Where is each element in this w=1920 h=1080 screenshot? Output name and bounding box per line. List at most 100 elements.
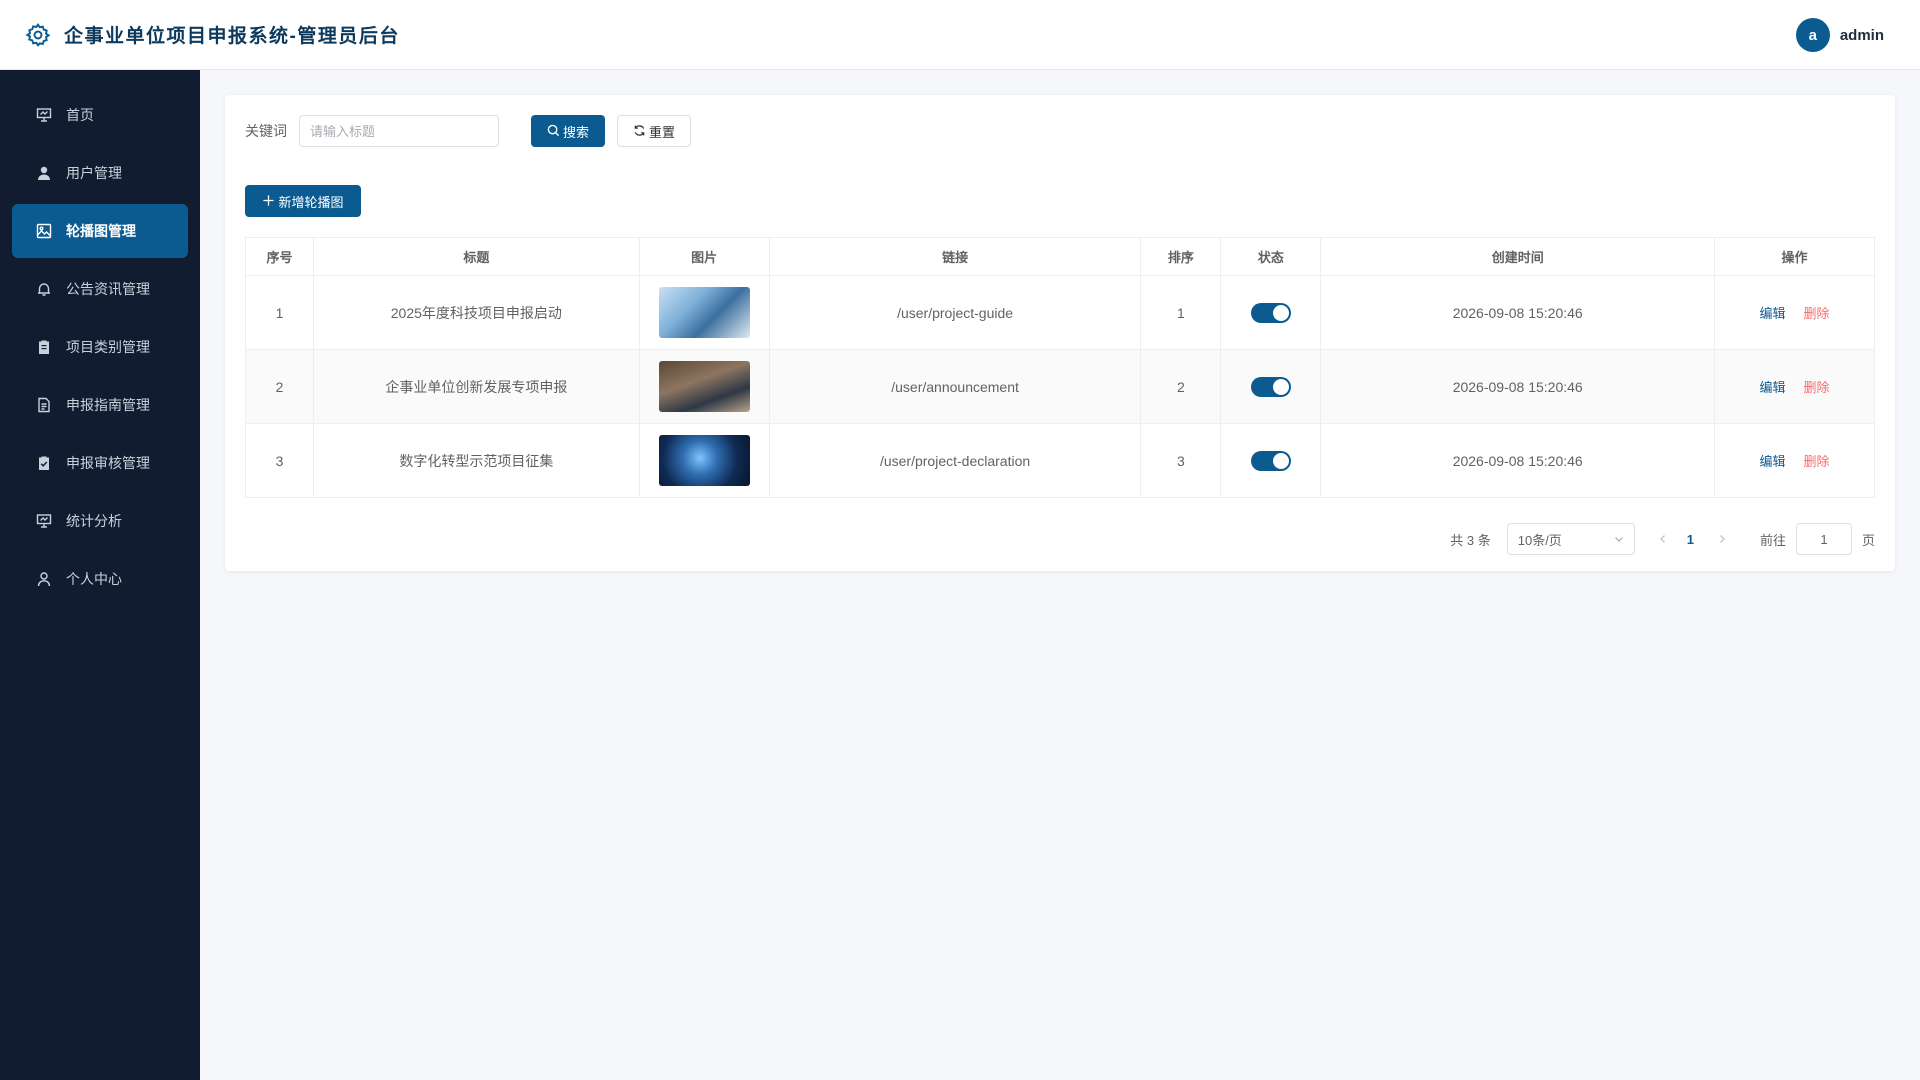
search-button[interactable]: 搜索	[531, 115, 605, 147]
column-header: 状态	[1220, 237, 1322, 276]
edit-link[interactable]: 编辑	[1760, 380, 1786, 395]
sidebar-item-carousel[interactable]: 轮播图管理	[12, 204, 188, 258]
total-count: 共 3 条	[1450, 532, 1491, 548]
delete-link[interactable]: 删除	[1804, 306, 1830, 321]
keyword-input[interactable]	[299, 115, 499, 147]
row-link: /user/project-declaration	[769, 423, 1142, 498]
sidebar-item-home[interactable]: 首页	[12, 88, 188, 142]
column-header: 标题	[313, 237, 640, 276]
sidebar-item-label: 用户管理	[66, 165, 122, 181]
row-title: 企事业单位创新发展专项申报	[313, 349, 640, 424]
sidebar-item-label: 项目类别管理	[66, 339, 150, 355]
edit-link[interactable]: 编辑	[1760, 306, 1786, 321]
sidebar-item-label: 申报指南管理	[66, 397, 150, 413]
status-toggle[interactable]	[1250, 376, 1291, 397]
column-header: 排序	[1140, 237, 1222, 276]
app-title: 企事业单位项目申报系统-管理员后台	[64, 26, 400, 47]
toggle-knob	[1272, 452, 1289, 469]
carousel-thumbnail[interactable]	[658, 361, 750, 412]
row-index: 2	[245, 349, 314, 424]
column-header: 链接	[769, 237, 1142, 276]
row-created-time: 2026-09-08 15:20:46	[1320, 275, 1716, 350]
page-suffix: 页	[1861, 532, 1875, 548]
image-icon	[34, 221, 54, 241]
column-header: 序号	[245, 237, 314, 276]
chevron-right-icon	[1720, 534, 1725, 543]
carousel-thumbnail[interactable]	[658, 287, 750, 338]
avatar[interactable]: a	[1795, 18, 1830, 52]
presentation-board-icon	[34, 105, 54, 125]
column-header: 创建时间	[1320, 237, 1716, 276]
status-toggle[interactable]	[1250, 302, 1291, 323]
user-outline-icon	[34, 569, 54, 589]
sidebar-item-label: 公告资讯管理	[66, 281, 150, 297]
delete-link[interactable]: 删除	[1804, 454, 1830, 469]
table-row: 2 企事业单位创新发展专项申报 /user/announcement 2 202…	[245, 349, 1875, 424]
add-carousel-label: 新增轮播图	[278, 194, 344, 210]
pagination: 共 3 条 10条/页 1 前往 页	[1450, 523, 1875, 555]
next-page-button[interactable]	[1712, 532, 1732, 547]
column-header: 图片	[639, 237, 770, 276]
delete-link[interactable]: 删除	[1804, 380, 1830, 395]
add-carousel-button[interactable]: 新增轮播图	[245, 185, 361, 217]
sidebar-item-reviews[interactable]: 申报审核管理	[12, 436, 188, 490]
username[interactable]: admin	[1840, 27, 1884, 44]
sidebar-item-label: 统计分析	[66, 513, 122, 529]
sidebar-item-users[interactable]: 用户管理	[12, 146, 188, 200]
prev-page-button[interactable]	[1653, 532, 1673, 547]
sidebar-item-announcements[interactable]: 公告资讯管理	[12, 262, 188, 316]
user-menu[interactable]: a admin	[1795, 18, 1884, 52]
toggle-knob	[1272, 378, 1289, 395]
presentation-board-icon	[34, 511, 54, 531]
status-toggle[interactable]	[1250, 450, 1291, 471]
search-icon	[547, 124, 561, 138]
top-bar: 企事业单位项目申报系统-管理员后台 a admin	[0, 0, 1920, 70]
page-size-select[interactable]: 10条/页	[1506, 523, 1635, 555]
page-number-current[interactable]: 1	[1687, 532, 1694, 547]
row-index: 3	[245, 423, 314, 498]
row-title: 数字化转型示范项目征集	[313, 423, 640, 498]
row-created-time: 2026-09-08 15:20:46	[1320, 349, 1716, 424]
bell-icon	[34, 279, 54, 299]
goto-page-input[interactable]	[1795, 523, 1852, 555]
chevron-left-icon	[1659, 534, 1665, 543]
clipboard-check-icon	[34, 453, 54, 473]
clipboard-icon	[34, 337, 54, 357]
sidebar-item-profile[interactable]: 个人中心	[12, 552, 188, 606]
sidebar-item-label: 申报审核管理	[66, 455, 150, 471]
plus-icon	[262, 194, 276, 208]
row-sort: 2	[1140, 349, 1222, 424]
gear-icon	[24, 21, 52, 49]
reset-button[interactable]: 重置	[617, 115, 691, 147]
document-icon	[34, 395, 54, 415]
chevron-down-icon	[1614, 532, 1624, 547]
keyword-label: 关键词	[245, 123, 287, 139]
sidebar-item-categories[interactable]: 项目类别管理	[12, 320, 188, 374]
content-card: 关键词 搜索 重置 新增轮播图 序号 标题	[225, 95, 1895, 571]
refresh-icon	[633, 124, 647, 138]
search-form: 关键词 搜索 重置	[245, 115, 691, 147]
row-created-time: 2026-09-08 15:20:46	[1320, 423, 1716, 498]
row-sort: 3	[1140, 423, 1222, 498]
sidebar-item-label: 首页	[66, 107, 94, 123]
column-header: 操作	[1714, 237, 1875, 276]
row-index: 1	[245, 275, 314, 350]
toggle-knob	[1272, 304, 1289, 321]
user-icon	[34, 163, 54, 183]
sidebar-item-statistics[interactable]: 统计分析	[12, 494, 188, 548]
sidebar: 首页 用户管理 轮播图管理 公告资讯管理 项目类别管理 申报指南管理 申报审核管…	[0, 70, 200, 1080]
goto-label: 前往	[1759, 532, 1786, 548]
carousel-thumbnail[interactable]	[658, 435, 750, 486]
row-sort: 1	[1140, 275, 1222, 350]
page-size-value: 10条/页	[1517, 532, 1562, 548]
row-link: /user/announcement	[769, 349, 1142, 424]
search-button-label: 搜索	[562, 124, 589, 140]
sidebar-item-label: 轮播图管理	[66, 223, 136, 239]
edit-link[interactable]: 编辑	[1760, 454, 1786, 469]
table-row: 1 2025年度科技项目申报启动 /user/project-guide 1 2…	[245, 275, 1875, 350]
sidebar-item-guides[interactable]: 申报指南管理	[12, 378, 188, 432]
table-header-row: 序号 标题 图片 链接 排序 状态 创建时间 操作	[245, 237, 1875, 276]
sidebar-item-label: 个人中心	[66, 571, 122, 587]
row-link: /user/project-guide	[769, 275, 1142, 350]
row-title: 2025年度科技项目申报启动	[313, 275, 640, 350]
